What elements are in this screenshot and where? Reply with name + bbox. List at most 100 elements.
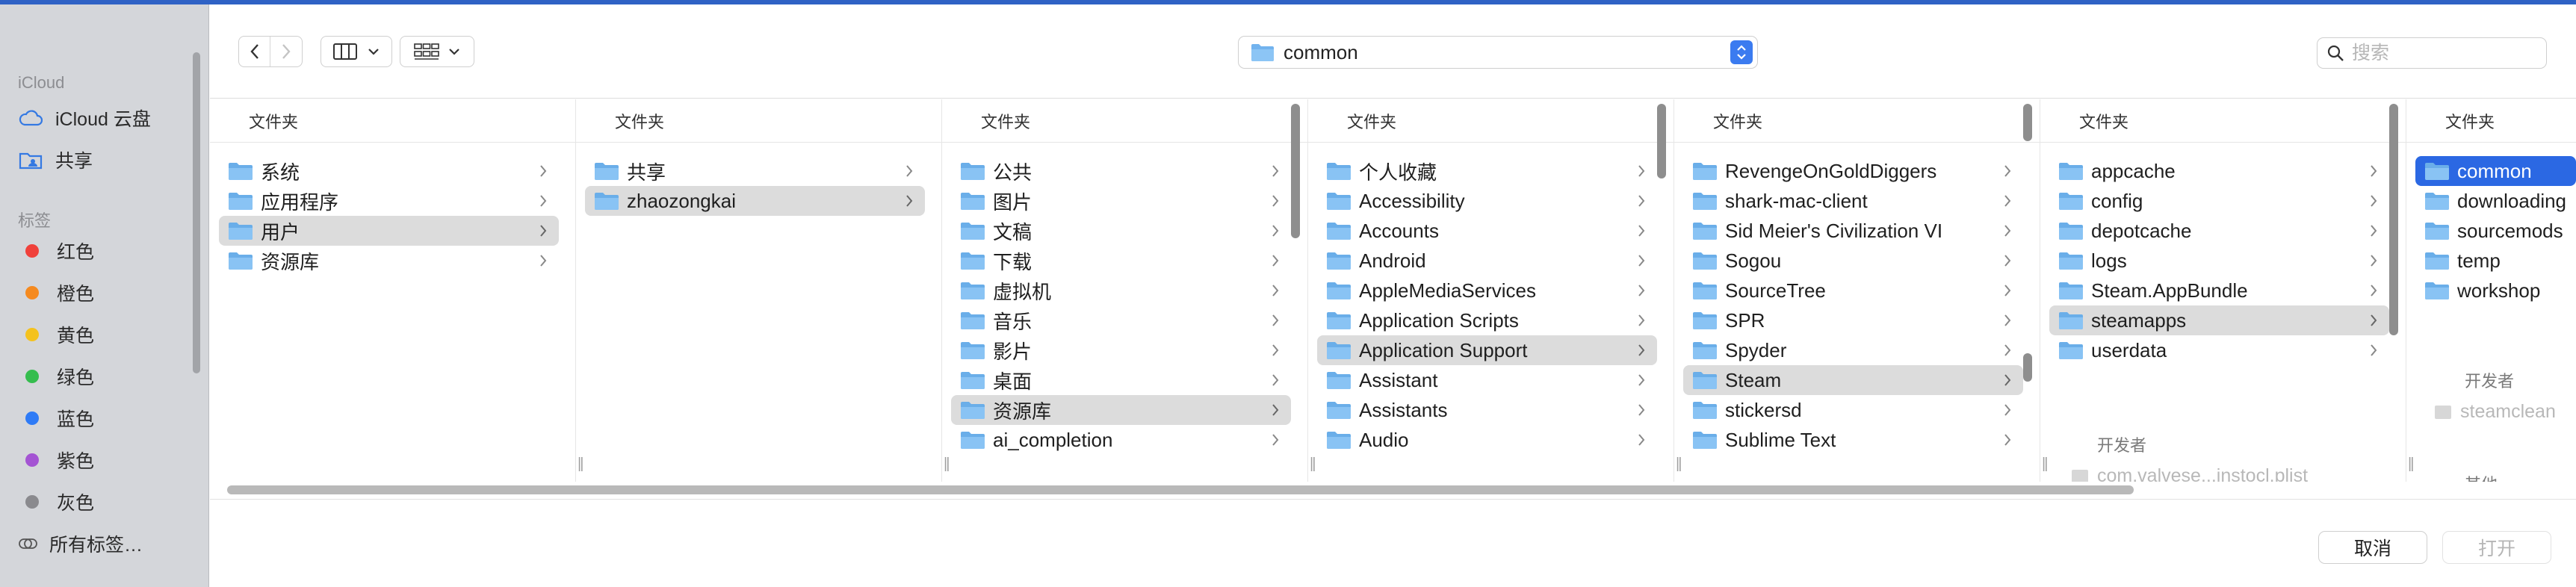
grid-group-icon (414, 43, 439, 60)
folder-icon (1327, 163, 1351, 180)
folder-row[interactable]: Application Scripts (1317, 305, 1657, 335)
folder-row[interactable]: 共享 (585, 156, 925, 186)
sidebar-tag-orange[interactable]: 橙色 (18, 275, 94, 311)
folder-row[interactable]: Audio (1317, 425, 1657, 455)
folder-row[interactable]: 系统 (219, 156, 559, 186)
folder-row[interactable]: 个人收藏 (1317, 156, 1657, 186)
folder-row[interactable]: 文稿 (951, 216, 1291, 246)
folder-row[interactable]: 公共 (951, 156, 1291, 186)
sidebar-tag-green[interactable]: 绿色 (18, 358, 94, 394)
folder-name: appcache (2091, 159, 2176, 182)
column-resize-handle[interactable]: || (1676, 456, 1682, 473)
cancel-button[interactable]: 取消 (2318, 531, 2427, 564)
folder-row[interactable]: 虚拟机 (951, 276, 1291, 305)
sidebar-tag-purple[interactable]: 紫色 (18, 442, 94, 478)
group-by-button[interactable] (400, 36, 474, 67)
folder-row[interactable]: 下载 (951, 246, 1291, 276)
folder-row[interactable]: sourcemods (2415, 216, 2576, 246)
search-input[interactable] (2352, 42, 2531, 64)
folder-row[interactable]: stickersd (1683, 395, 2023, 425)
sidebar-tag-gray[interactable]: 灰色 (18, 484, 94, 520)
folder-row[interactable]: Steam (1683, 365, 2023, 395)
column-resize-handle[interactable]: || (1310, 456, 1316, 473)
folder-row[interactable]: common (2415, 156, 2576, 186)
folder-row[interactable]: Sid Meier's Civilization VI (1683, 216, 2023, 246)
folder-row[interactable]: 桌面 (951, 365, 1291, 395)
column-resize-handle[interactable]: || (578, 456, 584, 473)
column-scrollbar[interactable] (2023, 104, 2032, 141)
chevron-right-icon (1638, 285, 1645, 296)
folder-row[interactable]: 用户 (219, 216, 559, 246)
folder-row[interactable]: Sogou (1683, 246, 2023, 276)
back-button[interactable] (239, 37, 270, 66)
folder-row[interactable]: temp (2415, 246, 2576, 276)
red-tag-dot-icon (25, 244, 39, 258)
folder-row[interactable]: 资源库 (951, 395, 1291, 425)
folder-row[interactable]: logs (2049, 246, 2389, 276)
chevron-right-icon (2004, 434, 2011, 446)
folder-row[interactable]: Accounts (1317, 216, 1657, 246)
column-scrollbar[interactable] (1657, 104, 1666, 178)
folder-row[interactable]: 影片 (951, 335, 1291, 365)
folder-row[interactable]: steamapps (2049, 305, 2389, 335)
chevron-right-icon (1638, 404, 1645, 416)
folder-icon (2059, 223, 2083, 240)
chevron-right-icon (1272, 225, 1279, 237)
sidebar-tag-blue[interactable]: 蓝色 (18, 400, 94, 436)
sidebar-tag-red[interactable]: 红色 (18, 233, 94, 269)
path-stepper[interactable] (1730, 40, 1753, 64)
folder-row[interactable]: Steam.AppBundle (2049, 276, 2389, 305)
folder-row[interactable]: SourceTree (1683, 276, 2023, 305)
sidebar-tag-yellow[interactable]: 黄色 (18, 317, 94, 352)
folder-row[interactable]: shark-mac-client (1683, 186, 2023, 216)
column-scrollbar[interactable] (1291, 104, 1300, 238)
horizontal-scrollbar[interactable] (227, 485, 2134, 494)
folder-icon (2059, 193, 2083, 210)
folder-row[interactable]: Assistants (1317, 395, 1657, 425)
view-mode-button[interactable] (321, 36, 392, 67)
forward-button[interactable] (270, 37, 302, 66)
column-resize-handle[interactable]: || (2042, 456, 2049, 473)
column-header: 文件夹 (1674, 99, 2040, 143)
column-view-icon (333, 43, 357, 60)
path-popup-select[interactable]: common (1238, 36, 1758, 69)
folder-row[interactable]: AppleMediaServices (1317, 276, 1657, 305)
folder-row[interactable]: 图片 (951, 186, 1291, 216)
folder-row[interactable]: Android (1317, 246, 1657, 276)
search-box[interactable] (2317, 37, 2547, 69)
folder-row[interactable]: userdata (2049, 335, 2389, 365)
column-scrollbar[interactable] (2389, 104, 2398, 335)
sidebar-item-icloud-drive[interactable]: iCloud 云盘 (18, 100, 151, 136)
chevron-right-icon (1638, 165, 1645, 177)
folder-row[interactable]: Application Support (1317, 335, 1657, 365)
folder-row[interactable]: 应用程序 (219, 186, 559, 216)
chevron-right-icon (1638, 225, 1645, 237)
folder-icon (1327, 432, 1351, 449)
folder-row[interactable]: SPR (1683, 305, 2023, 335)
folder-row[interactable]: RevengeOnGoldDiggers (1683, 156, 2023, 186)
folder-row[interactable]: Spyder (1683, 335, 2023, 365)
open-button[interactable]: 打开 (2442, 531, 2551, 564)
sidebar-item-all-tags[interactable]: 所有标签… (18, 526, 143, 562)
column-resize-handle[interactable]: || (2408, 456, 2415, 473)
folder-row[interactable]: depotcache (2049, 216, 2389, 246)
column-scrollbar[interactable] (2023, 353, 2032, 382)
column-resize-handle[interactable]: || (944, 456, 950, 473)
folder-row[interactable]: Sublime Text (1683, 425, 2023, 455)
folder-row[interactable]: workshop (2415, 276, 2576, 305)
sidebar-item-shared[interactable]: 共享 (18, 142, 93, 178)
folder-icon (2425, 252, 2449, 270)
folder-icon (961, 252, 985, 270)
folder-row[interactable]: appcache (2049, 156, 2389, 186)
folder-row[interactable]: 音乐 (951, 305, 1291, 335)
folder-row[interactable]: Accessibility (1317, 186, 1657, 216)
folder-row[interactable]: Assistant (1317, 365, 1657, 395)
folder-row[interactable]: config (2049, 186, 2389, 216)
folder-row[interactable]: downloading (2415, 186, 2576, 216)
chevron-right-icon (2004, 374, 2011, 386)
folder-row[interactable]: ai_completion (951, 425, 1291, 455)
sidebar-scrollbar[interactable] (193, 52, 200, 373)
folder-row[interactable]: 资源库 (219, 246, 559, 276)
folder-row[interactable]: zhaozongkai (585, 186, 925, 216)
folder-icon (1327, 252, 1351, 270)
